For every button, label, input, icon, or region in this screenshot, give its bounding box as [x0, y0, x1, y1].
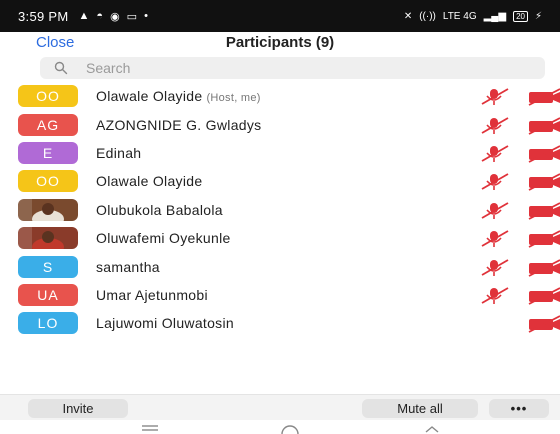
- participant-row[interactable]: Ssamantha: [0, 252, 560, 280]
- participant-name-text: Lajuwomi Oluwatosin: [96, 315, 234, 332]
- recent-apps-icon[interactable]: [138, 424, 162, 434]
- participant-name: Lajuwomi Oluwatosin: [96, 315, 234, 331]
- avatar: E: [18, 141, 78, 164]
- participant-list: OO Olawale Olayide (Host, me) AG AZONGNIDE G…: [0, 82, 560, 338]
- mic-muted-icon[interactable]: [478, 257, 510, 277]
- video-off-icon[interactable]: [527, 257, 560, 277]
- video-off-icon[interactable]: [527, 143, 560, 163]
- avatar: S: [18, 255, 78, 278]
- participant-name: Umar Ajetunmobi: [96, 287, 208, 303]
- participant-row[interactable]: OO Olawale Olayide: [0, 167, 560, 195]
- participant-row[interactable]: E Edinah: [0, 139, 560, 167]
- charging-icon: ⚡: [534, 10, 542, 22]
- participant-name-text: Oluwafemi Oyekunle: [96, 230, 231, 247]
- participant-name: Olawale Olayide: [96, 173, 202, 189]
- home-icon[interactable]: [278, 424, 302, 434]
- search-input[interactable]: [86, 60, 386, 76]
- signal-icon: ▂▄▆: [483, 10, 507, 22]
- status-time: 3:59 PM: [18, 8, 69, 24]
- more-button[interactable]: •••: [489, 399, 549, 418]
- battery-icon: 20: [513, 10, 528, 22]
- participant-role-note: (Host, me): [206, 92, 261, 105]
- participant-name-text: Olawale Olayide: [96, 88, 203, 105]
- status-right: ✕ ((·)) LTE 4G ▂▄▆ 20 ⚡: [403, 10, 542, 22]
- avatar: [18, 198, 78, 221]
- system-nav-bar: [0, 420, 560, 434]
- participant-name-text: samantha: [96, 258, 160, 275]
- mic-muted-icon[interactable]: [478, 143, 510, 163]
- participant-name-text: Umar Ajetunmobi: [96, 286, 208, 303]
- participant-row[interactable]: Olubukola Babalola: [0, 196, 560, 224]
- participant-row[interactable]: OO Olawale Olayide (Host, me): [0, 82, 560, 110]
- video-off-icon[interactable]: [527, 200, 560, 220]
- avatar: LO: [18, 312, 78, 335]
- mic-muted-icon[interactable]: [478, 200, 510, 220]
- back-icon[interactable]: [420, 424, 444, 434]
- mute-all-button[interactable]: Mute all: [362, 399, 478, 418]
- dot-icon: •: [144, 9, 148, 22]
- video-off-icon[interactable]: [527, 171, 560, 192]
- participant-name: Oluwafemi Oyekunle: [96, 230, 231, 246]
- participant-name-text: AZONGNIDE G. Gwladys: [96, 116, 262, 133]
- video-off-icon[interactable]: [527, 285, 560, 305]
- mic-muted-icon[interactable]: [478, 86, 510, 106]
- participant-name: Olawale Olayide (Host, me): [96, 88, 261, 104]
- notification-icon: ▲: [78, 9, 90, 22]
- wifi-icon: ((·)): [419, 10, 436, 22]
- mic-muted-icon[interactable]: [478, 228, 510, 248]
- participant-name-text: Olubukola Babalola: [96, 201, 223, 218]
- participant-row[interactable]: UA Umar Ajetunmobi: [0, 281, 560, 309]
- participant-name: Olubukola Babalola: [96, 202, 223, 218]
- message-icon: ▭: [126, 10, 138, 23]
- avatar: UA: [18, 283, 78, 306]
- video-off-icon[interactable]: [527, 86, 560, 106]
- chrome-icon: ◉: [110, 10, 120, 23]
- mic-muted-icon[interactable]: [478, 285, 510, 305]
- video-off-icon[interactable]: [527, 313, 560, 334]
- participant-name: AZONGNIDE G. Gwladys: [96, 117, 261, 133]
- participant-name: Edinah: [96, 145, 141, 161]
- participant-name-text: Olawale Olayide: [96, 173, 203, 190]
- avatar: AG: [18, 113, 78, 136]
- participant-row[interactable]: AG AZONGNIDE G. Gwladys: [0, 110, 560, 138]
- page-title: Participants (9): [225, 34, 335, 51]
- video-off-icon[interactable]: [527, 115, 560, 135]
- mic-muted-icon[interactable]: [478, 171, 510, 191]
- invite-button[interactable]: Invite: [28, 399, 128, 418]
- participant-name: samantha: [96, 259, 160, 275]
- search-bar[interactable]: [40, 57, 545, 79]
- status-bar: 3:59 PM ▲ ◓ ◉ ▭ • ✕ ((·)) LTE 4G ▂▄▆ 20 …: [0, 0, 560, 32]
- avatar: [18, 227, 78, 250]
- mic-muted-icon[interactable]: [478, 115, 510, 135]
- participant-name-text: Edinah: [96, 144, 142, 161]
- avatar: OO: [18, 85, 78, 108]
- header: Close Participants (9): [0, 32, 560, 54]
- bottom-bar: Invite Mute all •••: [0, 394, 560, 420]
- avatar: OO: [18, 170, 78, 193]
- sync-icon: ◓: [96, 9, 104, 22]
- participant-row[interactable]: Oluwafemi Oyekunle: [0, 224, 560, 252]
- network-label: LTE 4G: [442, 10, 477, 22]
- video-off-icon[interactable]: [527, 228, 560, 248]
- search-icon: [54, 61, 68, 75]
- participant-row[interactable]: LO Lajuwomi Oluwatosin: [0, 309, 560, 337]
- status-icons: ▲ ◓ ◉ ▭ •: [79, 10, 148, 23]
- mute-alarm-icon: ✕: [403, 10, 413, 22]
